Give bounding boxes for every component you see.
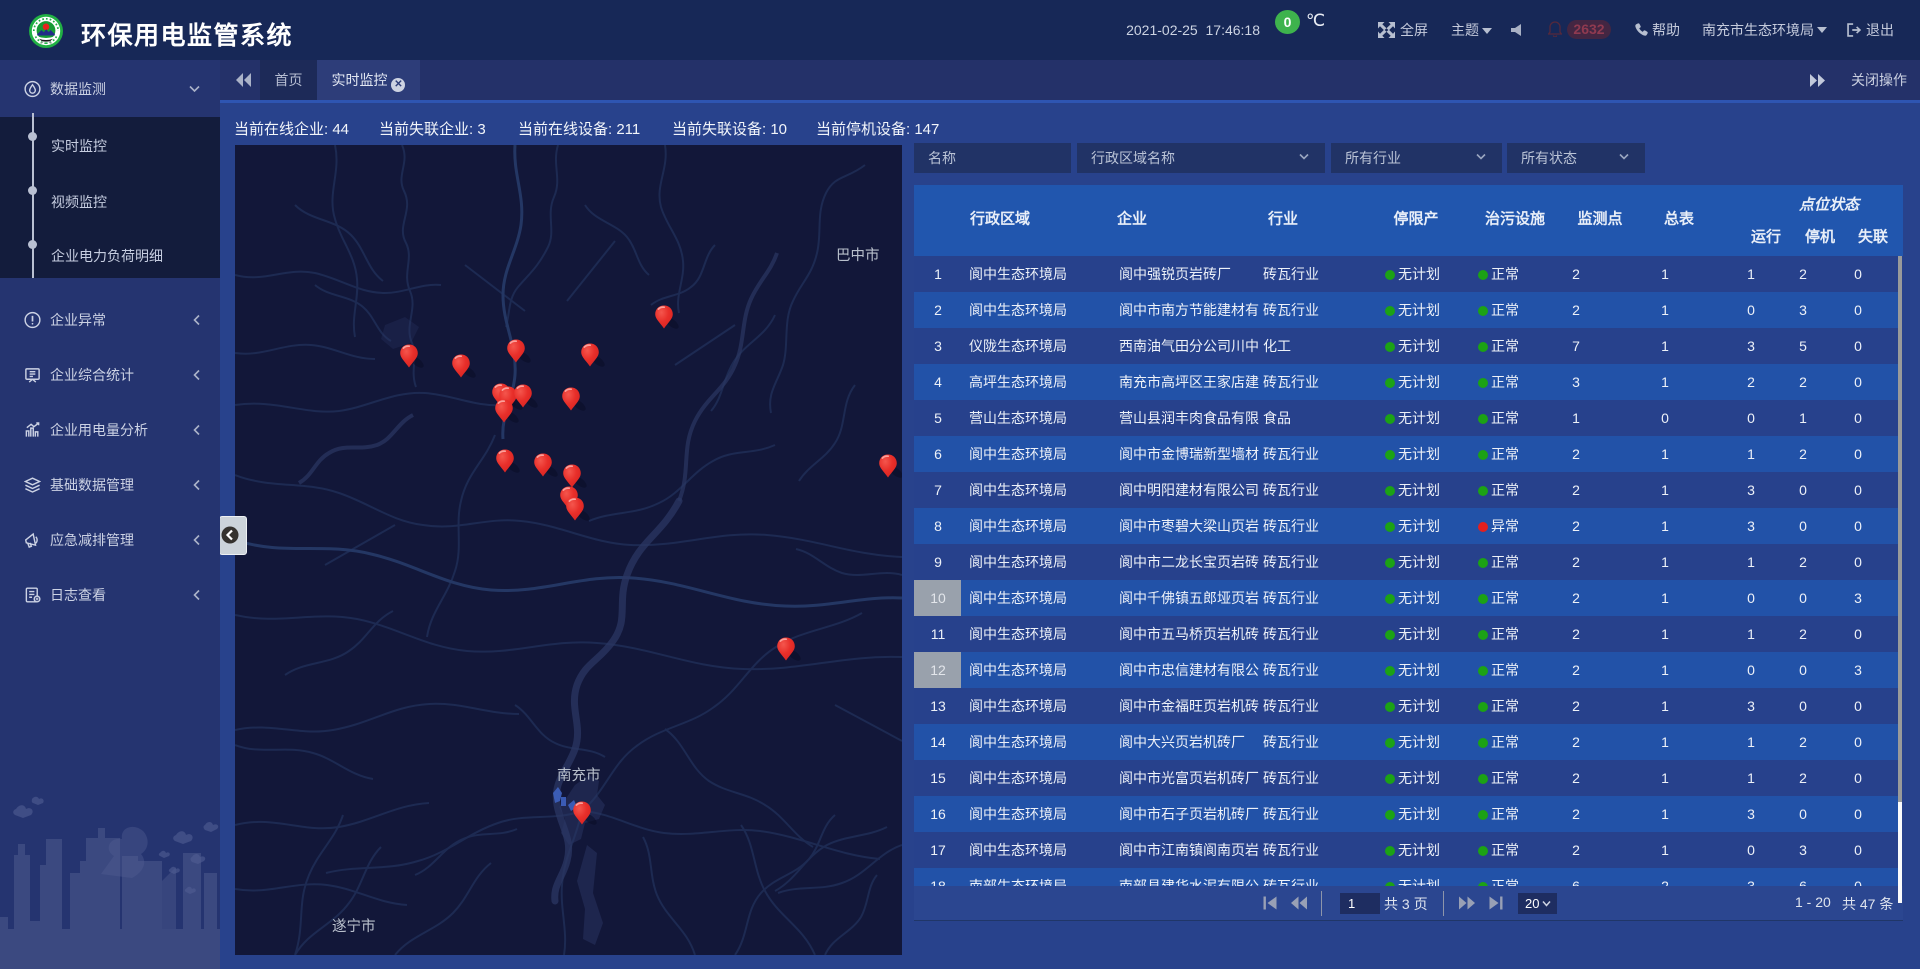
svg-text:巴中市: 巴中市 bbox=[836, 247, 880, 264]
svg-text:南充市: 南充市 bbox=[557, 767, 601, 784]
svg-text:遂宁市: 遂宁市 bbox=[332, 918, 376, 935]
